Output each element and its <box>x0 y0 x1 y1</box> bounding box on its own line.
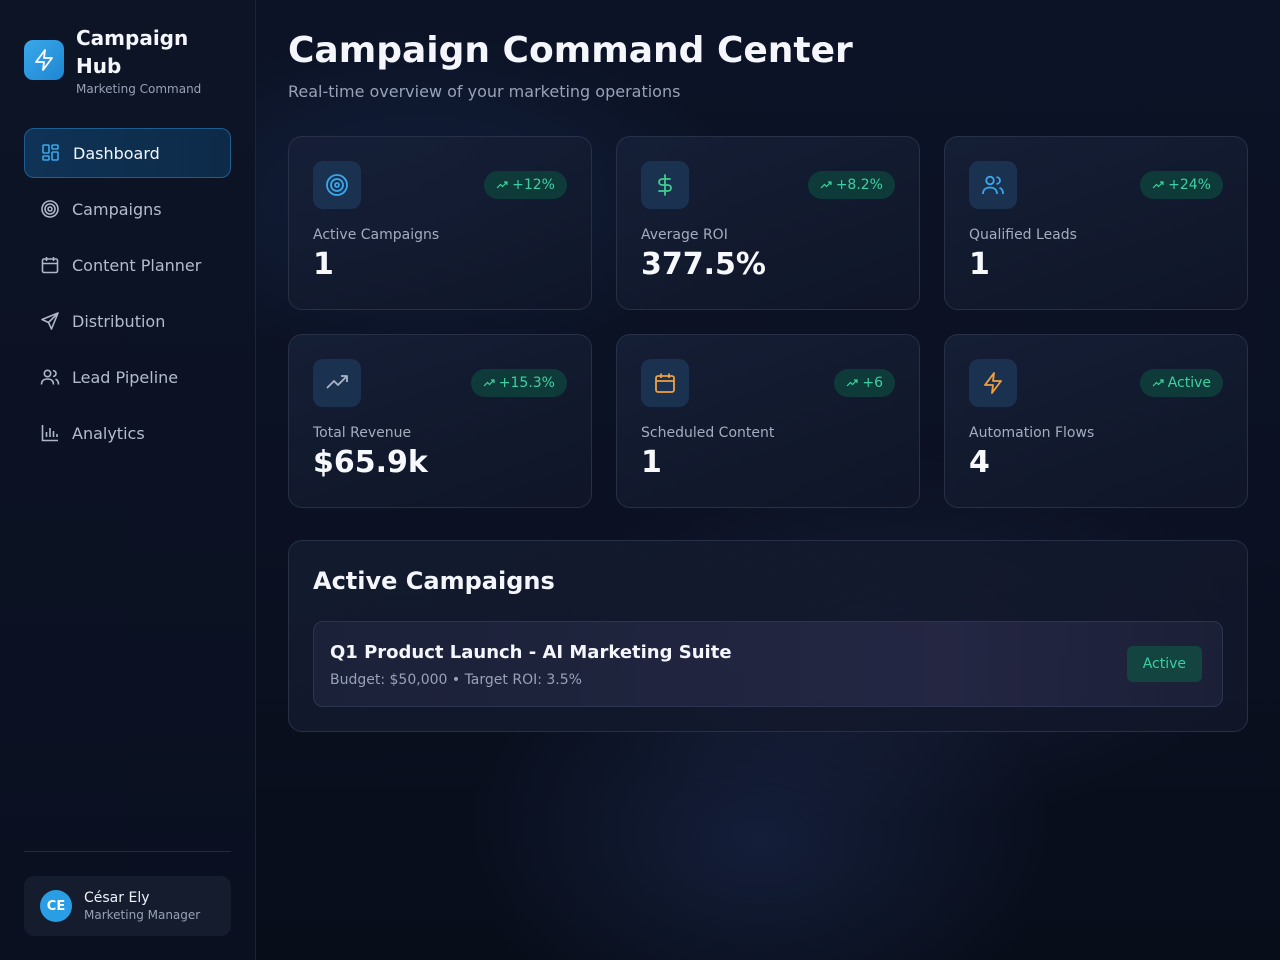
active-campaigns-panel: Active Campaigns Q1 Product Launch - AI … <box>288 540 1248 732</box>
zap-icon <box>969 359 1017 407</box>
avatar: CE <box>40 890 72 922</box>
sidebar-item-dashboard[interactable]: Dashboard <box>24 128 231 178</box>
stat-value: 1 <box>641 445 662 480</box>
sidebar-item-label: Content Planner <box>72 255 202 275</box>
stat-label: Total Revenue <box>313 425 412 441</box>
stat-card-active-campaigns[interactable]: +12% Active Campaigns 1 <box>288 136 592 310</box>
target-icon <box>313 161 361 209</box>
trending-up-icon <box>1152 179 1164 191</box>
trend-badge: +8.2% <box>807 171 895 199</box>
sidebar-divider <box>24 851 231 852</box>
stat-value: $65.9k <box>313 445 428 480</box>
sidebar-item-content-planner[interactable]: Content Planner <box>24 240 231 290</box>
trending-up-icon <box>1152 377 1164 389</box>
zap-icon <box>24 40 64 80</box>
users-icon <box>969 161 1017 209</box>
stat-card-qualified-leads[interactable]: +24% Qualified Leads 1 <box>944 136 1248 310</box>
campaign-meta: Budget: $50,000 • Target ROI: 3.5% <box>330 672 582 688</box>
app-root: Campaign Hub Marketing Command Dashboard <box>0 0 1280 960</box>
sidebar-item-analytics[interactable]: Analytics <box>24 408 231 458</box>
send-icon <box>40 311 60 331</box>
trending-up-icon <box>496 179 508 191</box>
sidebar-item-distribution[interactable]: Distribution <box>24 296 231 346</box>
stat-label: Active Campaigns <box>313 227 440 243</box>
sidebar-item-label: Dashboard <box>73 143 160 163</box>
sidebar-nav: Dashboard Campaigns Content Planner Dist… <box>24 128 231 464</box>
calendar-icon <box>641 359 689 407</box>
sidebar-item-campaigns[interactable]: Campaigns <box>24 184 231 234</box>
stat-card-automation-flows[interactable]: Active Automation Flows 4 <box>944 334 1248 508</box>
trending-up-icon <box>483 377 495 389</box>
page-subtitle: Real-time overview of your marketing ope… <box>288 82 681 101</box>
brand[interactable]: Campaign Hub Marketing Command <box>24 24 226 96</box>
campaign-row[interactable]: Q1 Product Launch - AI Marketing Suite B… <box>313 621 1223 707</box>
sidebar-item-lead-pipeline[interactable]: Lead Pipeline <box>24 352 231 402</box>
brand-title: Campaign Hub <box>76 26 189 78</box>
trending-up-icon <box>820 179 832 191</box>
stat-label: Qualified Leads <box>969 227 1077 243</box>
status-badge: Active <box>1139 369 1223 397</box>
stat-label: Automation Flows <box>969 425 1095 441</box>
sidebar-item-label: Campaigns <box>72 199 162 219</box>
stat-card-scheduled-content[interactable]: +6 Scheduled Content 1 <box>616 334 920 508</box>
target-icon <box>40 199 60 219</box>
panel-title: Active Campaigns <box>313 567 555 595</box>
sidebar-item-label: Analytics <box>72 423 145 443</box>
trend-badge: +24% <box>1140 171 1223 199</box>
trending-up-icon <box>313 359 361 407</box>
user-role: Marketing Manager <box>84 908 201 922</box>
campaign-name: Q1 Product Launch - AI Marketing Suite <box>330 642 732 663</box>
trend-badge: +6 <box>834 369 895 397</box>
trending-up-icon <box>846 377 858 389</box>
stat-value: 1 <box>313 247 334 282</box>
user-name: César Ely <box>84 890 150 906</box>
status-badge[interactable]: Active <box>1126 646 1202 682</box>
stat-label: Average ROI <box>641 227 728 243</box>
page-title: Campaign Command Center <box>288 30 853 71</box>
bar-chart-icon <box>40 423 60 443</box>
brand-subtitle: Marketing Command <box>76 82 202 96</box>
stat-card-total-revenue[interactable]: +15.3% Total Revenue $65.9k <box>288 334 592 508</box>
dashboard-icon <box>41 143 61 163</box>
sidebar-item-label: Distribution <box>72 311 166 331</box>
stat-value: 377.5% <box>641 247 766 282</box>
trend-badge: +15.3% <box>470 369 567 397</box>
user-profile[interactable]: CE César Ely Marketing Manager <box>24 876 231 936</box>
calendar-icon <box>40 255 60 275</box>
stat-value: 4 <box>969 445 990 480</box>
stat-label: Scheduled Content <box>641 425 775 441</box>
stat-card-average-roi[interactable]: +8.2% Average ROI 377.5% <box>616 136 920 310</box>
stat-value: 1 <box>969 247 990 282</box>
trend-badge: +12% <box>484 171 567 199</box>
sidebar-item-label: Lead Pipeline <box>72 367 179 387</box>
sidebar: Campaign Hub Marketing Command Dashboard <box>0 0 256 960</box>
dollar-icon <box>641 161 689 209</box>
users-icon <box>40 367 60 387</box>
